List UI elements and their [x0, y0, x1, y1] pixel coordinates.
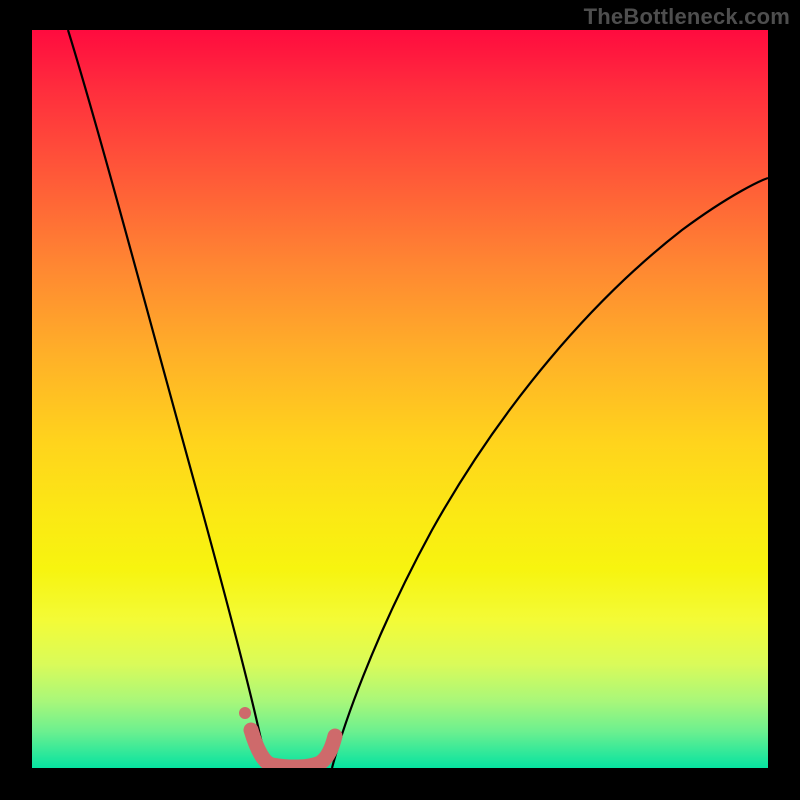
highlight-dot: [239, 707, 251, 719]
watermark-text: TheBottleneck.com: [584, 4, 790, 30]
valley-highlight: [251, 730, 335, 767]
right-arm-curve: [332, 178, 768, 768]
curves-layer: [32, 30, 768, 768]
chart-frame: TheBottleneck.com: [0, 0, 800, 800]
left-arm-curve: [68, 30, 268, 768]
plot-area: [32, 30, 768, 768]
